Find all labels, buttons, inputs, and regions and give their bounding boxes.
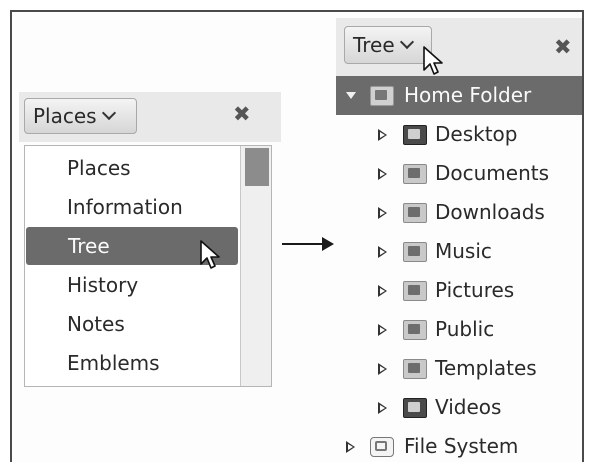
menu-scrollbar-thumb[interactable] [245, 148, 269, 186]
tree-row-label: Music [435, 239, 492, 263]
tree-row-file-system[interactable]: File System [336, 427, 582, 466]
menu-item-history[interactable]: History [25, 266, 238, 304]
menu-scrollbar[interactable] [240, 146, 271, 386]
tree-row-label: Documents [435, 161, 550, 185]
chevron-down-icon [399, 34, 414, 50]
expand-arrow-icon[interactable] [378, 402, 387, 414]
expand-arrow-icon[interactable] [378, 246, 387, 258]
tree-row-templates[interactable]: Templates [336, 349, 582, 388]
sidebar-selector-label: Tree [353, 33, 395, 57]
expand-arrow-icon[interactable] [378, 285, 387, 297]
close-icon[interactable]: ✖ [554, 35, 572, 59]
tree-row-label: Home Folder [404, 83, 532, 107]
transition-arrow-line [282, 243, 326, 245]
tree-row-downloads[interactable]: Downloads [336, 193, 582, 232]
documents-folder-icon [403, 164, 427, 184]
menu-item-emblems[interactable]: Emblems [25, 344, 238, 382]
menu-item-information[interactable]: Information [25, 188, 238, 226]
left-sidebar-header: Places ✖ [19, 92, 281, 142]
expand-arrow-icon[interactable] [378, 324, 387, 336]
expand-arrow-icon[interactable] [346, 441, 355, 453]
home-folder-icon [370, 86, 394, 106]
tree-row-label: File System [404, 434, 519, 458]
expand-arrow-icon[interactable] [378, 168, 387, 180]
sidebar-selector-button[interactable]: Tree [344, 26, 432, 64]
sidebar-selector-button[interactable]: Places [24, 98, 137, 134]
tree-row-pictures[interactable]: Pictures [336, 271, 582, 310]
transition-arrow-head [322, 237, 334, 251]
desktop-folder-icon [403, 125, 427, 145]
templates-folder-icon [403, 359, 427, 379]
pictures-folder-icon [403, 281, 427, 301]
tree-row-label: Downloads [435, 200, 545, 224]
tree-row-label: Pictures [435, 278, 515, 302]
sidebar-selector-label: Places [33, 104, 97, 128]
chevron-down-icon [101, 105, 116, 121]
tree-row-label: Public [435, 317, 495, 341]
close-icon[interactable]: ✖ [233, 102, 251, 126]
expand-arrow-icon[interactable] [346, 92, 356, 99]
drive-icon [370, 437, 394, 457]
expand-arrow-icon[interactable] [378, 363, 387, 375]
menu-item-notes[interactable]: Notes [25, 305, 238, 343]
expand-arrow-icon[interactable] [378, 129, 387, 141]
sidebar-view-menu: Places Information Tree History Notes Em… [24, 145, 272, 387]
tree-row-documents[interactable]: Documents [336, 154, 582, 193]
public-folder-icon [403, 320, 427, 340]
tree-row-home-folder[interactable]: Home Folder [336, 76, 582, 115]
tree-row-public[interactable]: Public [336, 310, 582, 349]
downloads-folder-icon [403, 203, 427, 223]
right-sidebar-header: Tree ✖ [336, 18, 582, 76]
videos-folder-icon [403, 398, 427, 418]
music-folder-icon [403, 242, 427, 262]
folder-tree: Home Folder Desktop Documents Downloads … [336, 76, 582, 462]
tree-row-label: Desktop [435, 122, 518, 146]
menu-item-places[interactable]: Places [25, 149, 238, 187]
expand-arrow-icon[interactable] [378, 207, 387, 219]
tree-row-label: Videos [435, 395, 502, 419]
tree-row-label: Templates [435, 356, 537, 380]
tree-row-videos[interactable]: Videos [336, 388, 582, 427]
tree-row-music[interactable]: Music [336, 232, 582, 271]
tree-row-desktop[interactable]: Desktop [336, 115, 582, 154]
